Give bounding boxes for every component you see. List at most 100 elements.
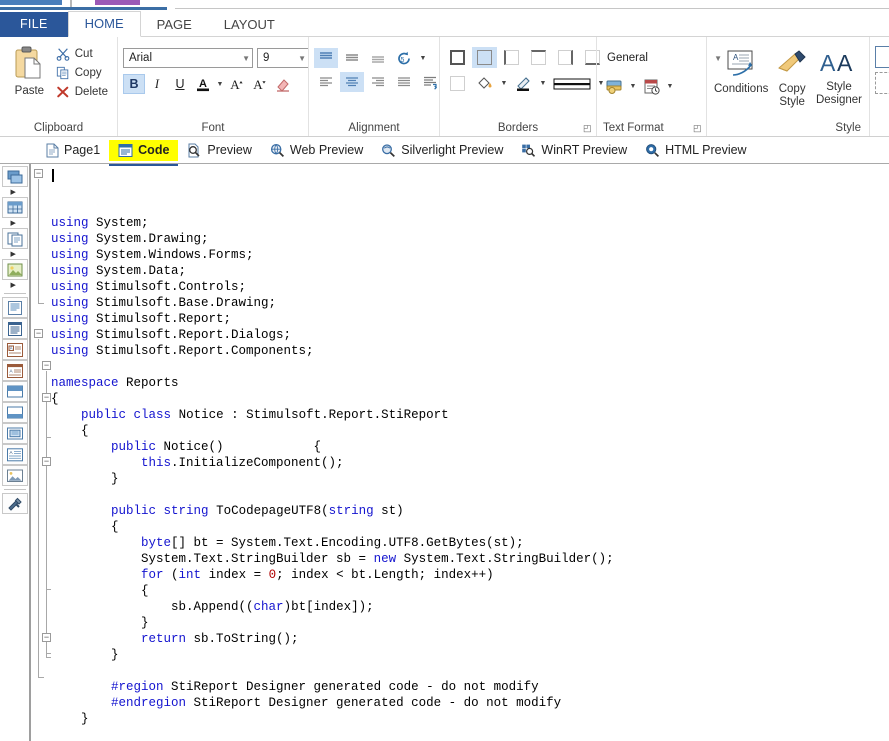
grow-font-button[interactable]: A <box>226 74 248 94</box>
align-right-button[interactable] <box>366 72 390 92</box>
bands-tool-dropdown[interactable]: ▶ <box>2 187 28 197</box>
code-line[interactable]: public class Notice : Stimulsoft.Report.… <box>47 407 889 423</box>
clipped-tool-1-icon[interactable] <box>875 46 889 68</box>
footer-band-tool[interactable] <box>1 402 28 423</box>
text-in-cells-tool[interactable]: A <box>1 339 28 360</box>
text-format-dialog-launcher[interactable]: ◰ <box>693 124 702 133</box>
containers-tool-dropdown[interactable]: ▶ <box>2 249 28 259</box>
border-left-button[interactable] <box>499 47 524 68</box>
code-line[interactable]: using Stimulsoft.Report.Dialogs; <box>47 327 889 343</box>
borders-dialog-launcher[interactable]: ◰ <box>583 124 592 133</box>
align-bottom-button[interactable] <box>366 48 390 68</box>
border-color-dropdown[interactable]: ▼ <box>538 74 548 94</box>
code-line[interactable]: using Stimulsoft.Base.Drawing; <box>47 295 889 311</box>
text-tool[interactable] <box>1 297 28 318</box>
fold-toggle-namespace[interactable]: − <box>34 329 43 338</box>
code-line[interactable]: namespace Reports <box>47 375 889 391</box>
border-right-button[interactable] <box>553 47 578 68</box>
style-designer-button[interactable]: A A Style Designer <box>814 46 864 107</box>
code-line[interactable]: } <box>47 471 889 487</box>
code-line[interactable] <box>47 487 889 503</box>
bold-button[interactable]: B <box>123 74 145 94</box>
align-left-button[interactable] <box>314 72 338 92</box>
underline-button[interactable]: U <box>169 74 191 94</box>
code-line[interactable]: System.Text.StringBuilder sb = new Syste… <box>47 551 889 567</box>
font-family-combo[interactable]: Arial ▼ <box>123 48 253 68</box>
bands-tool[interactable] <box>1 166 28 187</box>
code-line[interactable]: #region StiReport Designer generated cod… <box>47 679 889 695</box>
view-tab-code[interactable]: Code <box>109 139 179 166</box>
rich-text-tool[interactable] <box>1 318 28 339</box>
italic-button[interactable]: I <box>146 74 168 94</box>
view-tab-silverlight-preview[interactable]: Silverlight Preview <box>372 140 512 161</box>
view-tab-page1[interactable]: Page1 <box>36 140 109 161</box>
code-line[interactable]: using Stimulsoft.Report.Components; <box>47 343 889 359</box>
code-line[interactable]: { <box>47 519 889 535</box>
code-line[interactable]: using Stimulsoft.Controls; <box>47 279 889 295</box>
cross-bands-tool[interactable] <box>1 197 28 218</box>
image-tool[interactable] <box>1 259 28 280</box>
code-fold-margin[interactable]: − − − − − − <box>31 166 51 741</box>
border-box-button[interactable] <box>445 73 470 94</box>
code-line[interactable]: using System.Drawing; <box>47 231 889 247</box>
code-line[interactable]: return sb.ToString(); <box>47 631 889 647</box>
date-format-button[interactable] <box>639 76 664 97</box>
panel-tool[interactable] <box>1 423 28 444</box>
code-line[interactable]: this.InitializeComponent(); <box>47 455 889 471</box>
text-direction-button[interactable]: 5 <box>392 48 416 68</box>
ribbon-tab-layout[interactable]: LAYOUT <box>208 12 291 37</box>
code-line[interactable]: using System.Data; <box>47 263 889 279</box>
code-line[interactable]: sb.Append((char)bt[index]); <box>47 599 889 615</box>
containers-tool[interactable] <box>1 228 28 249</box>
currency-format-dropdown[interactable]: ▼ <box>628 77 638 97</box>
conditions-button[interactable]: A Conditions <box>712 46 770 96</box>
fold-toggle-usings[interactable]: − <box>34 169 43 178</box>
table-tool[interactable]: A <box>1 444 28 465</box>
delete-button[interactable]: Delete <box>54 84 112 100</box>
code-line[interactable]: public string ToCodepageUTF8(string st) <box>47 503 889 519</box>
align-middle-button[interactable] <box>340 48 364 68</box>
font-size-combo[interactable]: 9 ▼ <box>257 48 309 68</box>
system-text-tool[interactable]: A <box>1 360 28 381</box>
header-band-tool[interactable] <box>1 381 28 402</box>
border-color-button[interactable] <box>511 73 536 94</box>
cross-bands-tool-dropdown[interactable]: ▶ <box>2 218 28 228</box>
code-text[interactable]: using System; using System.Drawing; using … <box>47 166 889 741</box>
view-tab-preview[interactable]: Preview <box>178 140 260 161</box>
shrink-font-button[interactable]: A <box>249 74 271 94</box>
code-editor[interactable]: − − − − − − using System; using System.Dr… <box>31 166 889 741</box>
ribbon-tab-home[interactable]: HOME <box>67 11 141 37</box>
clear-format-button[interactable] <box>272 74 294 94</box>
code-line[interactable] <box>47 359 889 375</box>
cut-button[interactable]: Cut <box>54 46 112 62</box>
paste-button[interactable]: Paste <box>5 43 54 97</box>
copy-button[interactable]: Copy <box>54 65 112 81</box>
code-line[interactable]: } <box>47 647 889 663</box>
view-tab-web-preview[interactable]: Web Preview <box>261 140 372 161</box>
border-all-button[interactable] <box>445 47 470 68</box>
tools-tool[interactable] <box>1 493 28 514</box>
border-top-button[interactable] <box>526 47 551 68</box>
code-line[interactable]: using Stimulsoft.Report; <box>47 311 889 327</box>
view-tab-winrt-preview[interactable]: WinRT Preview <box>512 140 636 161</box>
image-tool-dropdown[interactable]: ▶ <box>2 280 28 290</box>
code-line[interactable]: using System; <box>47 215 889 231</box>
code-line[interactable]: using System.Windows.Forms; <box>47 247 889 263</box>
border-none-button[interactable] <box>472 47 497 68</box>
align-justify-button[interactable] <box>392 72 416 92</box>
picture-tool[interactable] <box>1 465 28 486</box>
code-line[interactable]: } <box>47 615 889 631</box>
font-color-button[interactable]: A <box>192 74 214 94</box>
code-line[interactable]: public Notice() { <box>47 439 889 455</box>
border-style-button[interactable] <box>550 73 594 94</box>
ribbon-tab-file[interactable]: FILE <box>0 12 68 37</box>
currency-format-button[interactable] <box>602 76 627 97</box>
align-center-button[interactable] <box>340 72 364 92</box>
code-line[interactable]: byte[] bt = System.Text.Encoding.UTF8.Ge… <box>47 535 889 551</box>
copy-style-button[interactable]: Copy Style <box>770 46 814 109</box>
code-line[interactable]: { <box>47 391 889 407</box>
font-color-dropdown[interactable]: ▼ <box>215 74 225 94</box>
date-format-dropdown[interactable]: ▼ <box>665 77 675 97</box>
code-line[interactable]: { <box>47 583 889 599</box>
clipped-tool-2-icon[interactable] <box>875 72 889 94</box>
